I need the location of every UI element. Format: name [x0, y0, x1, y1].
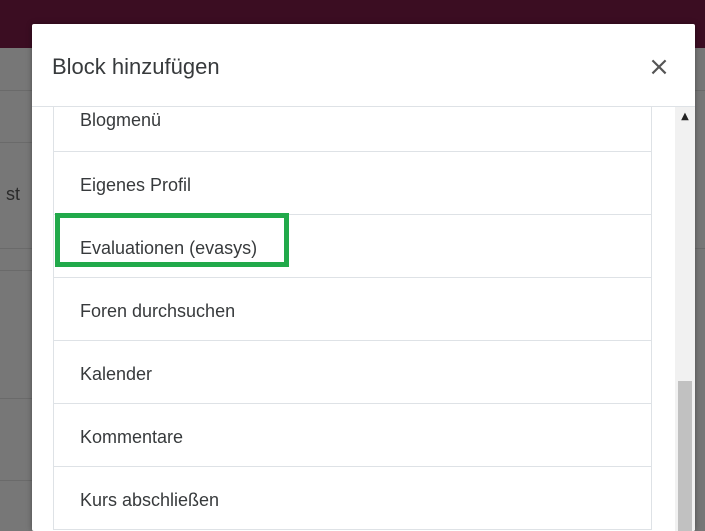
- list-item[interactable]: Kalender: [54, 341, 651, 404]
- background-divider: [0, 398, 32, 399]
- block-link-kommentare[interactable]: Kommentare: [80, 426, 183, 448]
- block-link-evaluationen[interactable]: Evaluationen (evasys): [80, 237, 257, 259]
- background-divider: [0, 142, 32, 143]
- background-divider: [695, 90, 705, 91]
- modal-title: Block hinzufügen: [52, 54, 220, 79]
- background-divider: [0, 90, 32, 91]
- background-divider: [0, 480, 32, 481]
- block-link-foren-durchsuchen[interactable]: Foren durchsuchen: [80, 300, 235, 322]
- background-partial-text: st: [6, 184, 21, 204]
- block-link-kalender[interactable]: Kalender: [80, 363, 152, 385]
- close-button[interactable]: ×: [646, 54, 672, 80]
- list-item[interactable]: Evaluationen (evasys): [54, 215, 651, 278]
- background-divider: [695, 248, 705, 249]
- list-item[interactable]: Foren durchsuchen: [54, 278, 651, 341]
- block-link-eigenes-profil[interactable]: Eigenes Profil: [80, 174, 191, 196]
- list-item[interactable]: Blogmenü: [54, 107, 651, 152]
- background-divider: [0, 270, 32, 271]
- scrollbar-thumb[interactable]: [678, 381, 692, 531]
- scroll-up-arrow-icon[interactable]: ▲: [675, 107, 695, 127]
- list-item[interactable]: Kurs abschließen: [54, 467, 651, 530]
- block-list: Blogmenü Eigenes Profil Evaluationen (ev…: [53, 107, 652, 530]
- block-link-blogmenue[interactable]: Blogmenü: [80, 109, 161, 131]
- add-block-modal: Block hinzufügen × Blogmenü Eigenes Prof…: [32, 24, 695, 531]
- list-item[interactable]: Eigenes Profil: [54, 152, 651, 215]
- scrollbar[interactable]: ▲: [675, 107, 695, 531]
- modal-body: Blogmenü Eigenes Profil Evaluationen (ev…: [32, 107, 695, 531]
- background-divider: [0, 248, 32, 249]
- modal-header: Block hinzufügen ×: [32, 24, 695, 107]
- list-item[interactable]: Kommentare: [54, 404, 651, 467]
- block-link-kurs-abschliessen[interactable]: Kurs abschließen: [80, 489, 219, 511]
